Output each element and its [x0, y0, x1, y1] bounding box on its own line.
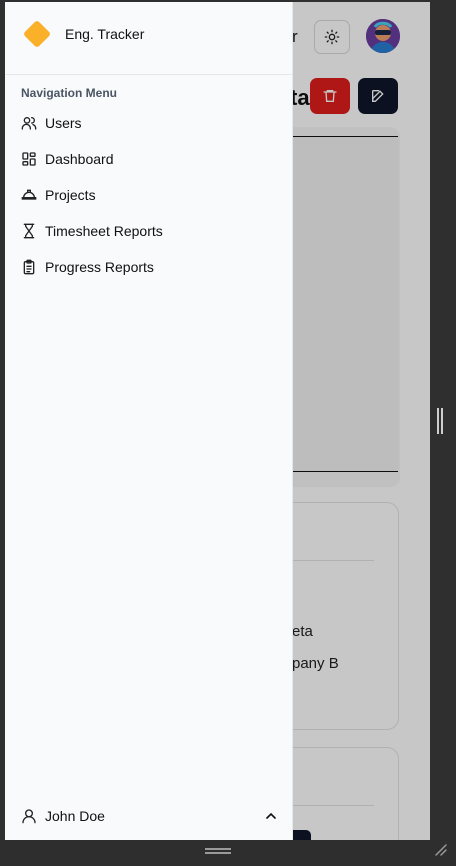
- dashboard-icon: [22, 152, 36, 166]
- nav-item-progress-reports[interactable]: Progress Reports: [21, 255, 281, 279]
- nav-item-label: Dashboard: [45, 151, 114, 167]
- nav-item-dashboard[interactable]: Dashboard: [21, 147, 281, 171]
- hourglass-icon: [23, 223, 35, 239]
- nav-item-users[interactable]: Users: [21, 111, 281, 135]
- brand-logo-icon: [22, 19, 52, 49]
- nav-item-label: Progress Reports: [45, 259, 154, 275]
- user-icon: [22, 809, 36, 824]
- clipboard-icon: [23, 259, 35, 275]
- navigation-drawer: Eng. Tracker Navigation Menu Users Dashb…: [5, 2, 293, 840]
- nav-item-label: Projects: [45, 187, 96, 203]
- nav-item-label: Users: [45, 115, 82, 131]
- chevron-up-icon: [266, 812, 276, 819]
- resize-corner-icon[interactable]: [434, 843, 448, 857]
- vertical-resize-handle[interactable]: [437, 408, 443, 434]
- drawer-divider: [5, 74, 293, 75]
- brand-name: Eng. Tracker: [65, 26, 145, 42]
- users-icon: [21, 117, 37, 130]
- nav-item-label: Timesheet Reports: [45, 223, 163, 239]
- hard-hat-icon: [21, 189, 37, 200]
- brand[interactable]: Eng. Tracker: [21, 18, 144, 50]
- horizontal-resize-handle[interactable]: [205, 848, 231, 854]
- nav-section-title: Navigation Menu: [21, 86, 118, 100]
- user-menu-button[interactable]: John Doe: [21, 804, 281, 828]
- app-viewport: r ta eta pany B Eng. Tracker Navigation …: [5, 2, 430, 840]
- nav-item-projects[interactable]: Projects: [21, 183, 281, 207]
- nav-item-timesheet-reports[interactable]: Timesheet Reports: [21, 219, 281, 243]
- user-name: John Doe: [45, 808, 105, 824]
